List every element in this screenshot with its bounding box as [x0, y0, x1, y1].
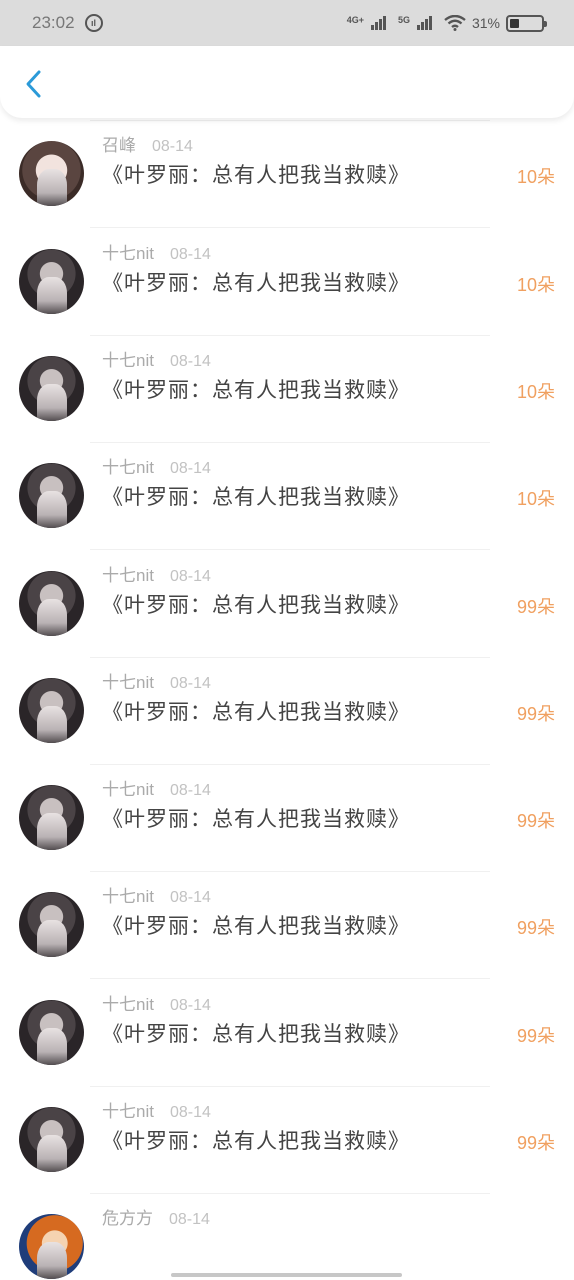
- list-item[interactable]: 十七nit 08-14 《叶罗丽：总有人把我当救赎》 10朵: [0, 443, 574, 551]
- item-meta: 十七nit 08-14: [102, 346, 211, 371]
- gift-amount: 99朵: [516, 1133, 555, 1153]
- date: 08-14: [169, 352, 211, 370]
- list-item[interactable]: 十七nit 08-14 《叶罗丽：总有人把我当救赎》 99朵: [0, 551, 574, 658]
- gift-amount: 99朵: [516, 918, 555, 939]
- gift-amount: 10朵: [516, 167, 555, 188]
- book-title: 《叶罗丽：总有人把我当救赎》: [102, 1021, 410, 1046]
- app-notification-icon: ıl: [84, 14, 103, 32]
- signal-5g-icon: [416, 16, 432, 30]
- avatar[interactable]: [19, 892, 84, 958]
- username[interactable]: 十七nit: [102, 566, 154, 585]
- username[interactable]: 十七nit: [102, 780, 154, 799]
- item-meta: 十七nit 08-14: [102, 453, 211, 478]
- status-bar: 23:02 ıl 4G+ 5G 31%: [0, 0, 574, 46]
- list-item[interactable]: 十七nit 08-14 《叶罗丽：总有人把我当救赎》 99朵: [0, 1087, 574, 1194]
- battery-icon: [506, 14, 547, 32]
- date: 08-14: [169, 1211, 210, 1229]
- avatar[interactable]: [19, 677, 84, 743]
- date: 08-14: [169, 460, 211, 478]
- gift-amount: 10朵: [516, 489, 555, 510]
- list-item[interactable]: 十七nit 08-14 《叶罗丽：总有人把我当救赎》 10朵: [0, 336, 574, 443]
- username[interactable]: 十七nit: [102, 244, 154, 263]
- chevron-left-icon: [26, 70, 41, 98]
- book-title: 《叶罗丽：总有人把我当救赎》: [102, 914, 410, 939]
- date: 08-14: [169, 889, 211, 907]
- date: 08-14: [169, 1104, 211, 1121]
- book-title: 《叶罗丽：总有人把我当救赎》: [102, 807, 410, 832]
- book-title: 《叶罗丽：总有人把我当救赎》: [102, 1129, 410, 1153]
- date: 08-14: [169, 674, 211, 692]
- avatar[interactable]: [19, 999, 84, 1065]
- item-meta: 十七nit 08-14: [102, 239, 211, 264]
- book-title: 《叶罗丽：总有人把我当救赎》: [102, 377, 410, 402]
- item-meta: 十七nit 08-14: [102, 561, 211, 586]
- item-meta: 召峰 08-14: [102, 131, 193, 156]
- gift-amount: 10朵: [516, 381, 555, 402]
- avatar[interactable]: [19, 463, 84, 529]
- username[interactable]: 十七nit: [102, 458, 154, 477]
- gift-list: 《叶罗丽：总有人把我当救赎》 10朵 召峰 08-14 《叶罗丽：总有人把我当救赎》 10…: [0, 0, 574, 1280]
- item-meta: 十七nit 08-14: [102, 990, 211, 1015]
- gift-amount: 99朵: [516, 596, 555, 617]
- username[interactable]: 十七nit: [102, 995, 154, 1014]
- date: 08-14: [169, 567, 211, 585]
- avatar[interactable]: [19, 355, 84, 421]
- gift-amount: 10朵: [516, 274, 555, 295]
- book-title: 《叶罗丽：总有人把我当救赎》: [102, 592, 410, 617]
- username[interactable]: 十七nit: [102, 1102, 154, 1121]
- signal-4g-icon: [370, 16, 386, 30]
- avatar[interactable]: [19, 570, 84, 636]
- gift-amount: 99朵: [516, 703, 555, 724]
- avatar[interactable]: [19, 248, 84, 314]
- list-item[interactable]: 十七nit 08-14 《叶罗丽：总有人把我当救赎》 99朵: [0, 980, 574, 1087]
- nav-bar: [0, 46, 574, 118]
- username[interactable]: 召峰: [102, 136, 136, 155]
- avatar[interactable]: [19, 141, 84, 207]
- gift-amount: 99朵: [516, 811, 555, 832]
- avatar[interactable]: [19, 1214, 84, 1280]
- username[interactable]: 十七nit: [102, 887, 154, 906]
- home-indicator: [171, 1273, 402, 1277]
- wifi-icon: [444, 15, 466, 31]
- list-item[interactable]: 危方方 08-14: [0, 1194, 574, 1280]
- list-item[interactable]: 十七nit 08-14 《叶罗丽：总有人把我当救赎》 10朵: [0, 229, 574, 336]
- item-meta: 十七nit 08-14: [102, 1097, 211, 1122]
- book-title: 《叶罗丽：总有人把我当救赎》: [102, 270, 410, 295]
- avatar[interactable]: [19, 785, 84, 851]
- back-button[interactable]: [18, 66, 48, 102]
- item-meta: 十七nit 08-14: [102, 882, 211, 907]
- date: 08-14: [169, 782, 211, 800]
- book-title: 《叶罗丽：总有人把我当救赎》: [102, 699, 410, 724]
- book-title: 《叶罗丽：总有人把我当救赎》: [102, 485, 410, 510]
- username[interactable]: 十七nit: [102, 351, 154, 370]
- item-meta: 十七nit 08-14: [102, 775, 211, 800]
- username[interactable]: 十七nit: [102, 673, 154, 692]
- list-item[interactable]: 十七nit 08-14 《叶罗丽：总有人把我当救赎》 99朵: [0, 765, 574, 873]
- battery-percent: 31%: [471, 15, 500, 31]
- list-item[interactable]: 召峰 08-14 《叶罗丽：总有人把我当救赎》 10朵: [0, 121, 574, 229]
- item-meta: 危方方 08-14: [102, 1204, 210, 1229]
- book-title: 《叶罗丽：总有人把我当救赎》: [102, 163, 410, 188]
- item-meta: 十七nit 08-14: [102, 668, 211, 693]
- list-item[interactable]: 十七nit 08-14 《叶罗丽：总有人把我当救赎》 99朵: [0, 872, 574, 980]
- gift-amount: 99朵: [516, 1025, 555, 1046]
- net-5g-label: 5G: [397, 14, 410, 25]
- username[interactable]: 危方方: [102, 1209, 153, 1228]
- date: 08-14: [169, 996, 211, 1014]
- net-4g-label: 4G+: [346, 14, 364, 25]
- avatar[interactable]: [19, 1107, 84, 1172]
- list-item[interactable]: 十七nit 08-14 《叶罗丽：总有人把我当救赎》 99朵: [0, 658, 574, 765]
- clock: 23:02: [32, 13, 75, 32]
- date: 08-14: [152, 138, 193, 156]
- date: 08-14: [169, 245, 211, 263]
